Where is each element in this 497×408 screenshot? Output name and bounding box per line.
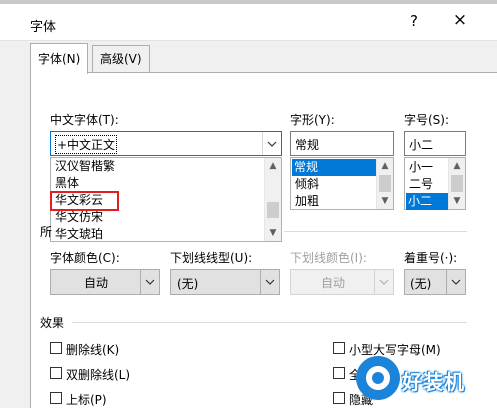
list-item[interactable]: 华文琥珀 bbox=[53, 226, 105, 243]
list-item[interactable]: 加粗 bbox=[293, 193, 321, 210]
tab-font[interactable]: 字体(N) bbox=[30, 43, 89, 74]
chinese-font-scrollbar[interactable]: ▲ ▼ bbox=[264, 158, 281, 241]
strikethrough-label[interactable]: 删除线(K) bbox=[66, 341, 119, 358]
chinese-font-combo[interactable]: +中文正文 bbox=[50, 131, 282, 156]
watermark-text: 好装机 bbox=[402, 370, 465, 394]
hidden-checkbox[interactable] bbox=[333, 392, 345, 404]
strikethrough-checkbox[interactable] bbox=[50, 342, 62, 354]
font-size-input[interactable]: 小二 bbox=[404, 131, 466, 156]
underline-color-select: 自动 bbox=[290, 269, 394, 295]
scroll-down-icon[interactable]: ▼ bbox=[377, 193, 393, 209]
chevron-down-icon[interactable] bbox=[262, 132, 281, 155]
chinese-font-value: +中文正文 bbox=[55, 135, 118, 154]
underline-color-label: 下划线颜色(I): bbox=[290, 251, 367, 265]
font-color-label: 字体颜色(C): bbox=[50, 251, 120, 265]
list-item[interactable]: 华文仿宋 bbox=[53, 209, 105, 226]
font-style-list[interactable]: 常规 倾斜 加粗 ▲ ▼ bbox=[290, 157, 394, 210]
list-item[interactable]: 小二 bbox=[406, 193, 448, 210]
emphasis-select[interactable]: (无) bbox=[404, 269, 466, 295]
list-item[interactable]: 倾斜 bbox=[293, 176, 321, 193]
font-style-label: 字形(Y): bbox=[290, 113, 335, 127]
font-color-value: 自动 bbox=[83, 275, 108, 290]
list-item[interactable]: 黑体 bbox=[53, 175, 81, 192]
chevron-down-icon[interactable] bbox=[446, 270, 465, 294]
emphasis-value: (无) bbox=[410, 277, 432, 291]
scroll-up-icon[interactable]: ▲ bbox=[449, 158, 465, 174]
watermark-dot-icon bbox=[372, 372, 384, 384]
font-size-scrollbar[interactable]: ▲ ▼ bbox=[448, 158, 465, 209]
font-style-value: 常规 bbox=[295, 138, 320, 152]
emphasis-label: 着重号(·): bbox=[404, 251, 458, 265]
font-size-list[interactable]: 小一 二号 小二 ▲ ▼ bbox=[404, 157, 466, 210]
font-size-value: 小二 bbox=[409, 138, 434, 152]
effects-divider bbox=[72, 322, 467, 323]
underline-style-select[interactable]: (无) bbox=[170, 269, 280, 295]
watermark-logo: 好装机 bbox=[352, 352, 497, 407]
double-strikethrough-checkbox[interactable] bbox=[50, 367, 62, 379]
scroll-down-icon[interactable]: ▼ bbox=[449, 193, 465, 209]
all-caps-checkbox[interactable] bbox=[333, 367, 345, 379]
scroll-thumb[interactable] bbox=[267, 202, 279, 218]
effects-label: 效果 bbox=[40, 316, 65, 330]
scroll-up-icon[interactable]: ▲ bbox=[377, 158, 393, 174]
scroll-thumb[interactable] bbox=[451, 175, 463, 192]
list-item[interactable]: 常规 bbox=[292, 159, 376, 176]
list-item[interactable]: 小一 bbox=[407, 159, 435, 176]
font-style-input[interactable]: 常规 bbox=[290, 131, 394, 156]
group-divider bbox=[284, 231, 467, 232]
double-strikethrough-label[interactable]: 双删除线(L) bbox=[66, 366, 130, 383]
scroll-down-icon[interactable]: ▼ bbox=[265, 225, 281, 241]
chevron-down-icon[interactable] bbox=[260, 270, 279, 294]
superscript-checkbox[interactable] bbox=[50, 392, 62, 404]
list-item[interactable]: 二号 bbox=[407, 176, 435, 193]
list-item[interactable]: 汉仪智楷繁 bbox=[53, 158, 117, 175]
underline-style-label: 下划线线型(U): bbox=[170, 251, 253, 265]
close-button[interactable]: × bbox=[448, 10, 472, 30]
underline-color-value: 自动 bbox=[320, 275, 345, 290]
scroll-thumb[interactable] bbox=[379, 175, 391, 192]
font-dialog: 字体 ? × 字体(N) 高级(V) 中文字体(T): +中文正文 汉仪智楷繁 … bbox=[0, 0, 497, 408]
scroll-up-icon[interactable]: ▲ bbox=[265, 158, 281, 174]
chevron-down-icon[interactable] bbox=[140, 270, 159, 294]
tab-advanced[interactable]: 高级(V) bbox=[92, 45, 150, 72]
superscript-label[interactable]: 上标(P) bbox=[66, 391, 107, 408]
group-label-partial: 所 bbox=[40, 225, 53, 239]
highlight-box bbox=[50, 191, 119, 211]
font-style-scrollbar[interactable]: ▲ ▼ bbox=[376, 158, 393, 209]
title-bar: 字体 ? × bbox=[0, 4, 497, 41]
chinese-font-label: 中文字体(T): bbox=[50, 113, 119, 127]
small-caps-checkbox[interactable] bbox=[333, 342, 345, 354]
chevron-down-icon bbox=[374, 270, 393, 294]
dialog-title: 字体 bbox=[30, 20, 57, 35]
underline-style-value: (无) bbox=[177, 277, 199, 291]
help-button[interactable]: ? bbox=[404, 12, 424, 30]
font-size-label: 字号(S): bbox=[404, 113, 450, 127]
font-color-select[interactable]: 自动 bbox=[50, 269, 160, 295]
